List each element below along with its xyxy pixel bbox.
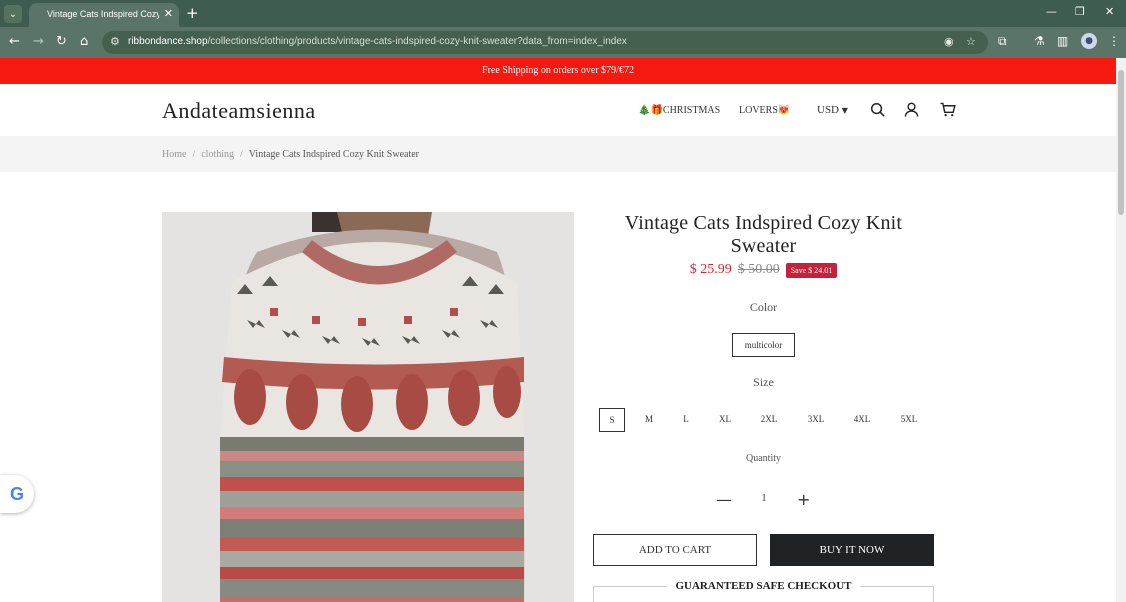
tab-list-icon[interactable]: ⌄	[4, 5, 22, 23]
tab-title: Vintage Cats Indspired Cozy Kn	[47, 9, 159, 19]
account-icon[interactable]	[904, 102, 919, 122]
scrollbar-thumb[interactable]	[1118, 70, 1124, 215]
minus-icon[interactable]: —	[716, 490, 732, 509]
search-icon[interactable]	[870, 102, 885, 122]
reload-icon[interactable]: ↻	[56, 34, 67, 49]
breadcrumb-bar: Home / clothing / Vintage Cats Indspired Coz…	[0, 136, 1116, 172]
caret-down-icon: ▼	[841, 106, 848, 115]
star-icon[interactable]: ☆	[966, 35, 976, 48]
quantity-label: Quantity	[746, 453, 781, 464]
price-row: $ 25.99 $ 50.00 Save $ 24.01	[593, 261, 934, 279]
nav-link-lovers[interactable]: LOVERS😻	[739, 105, 790, 116]
minimize-icon[interactable]: —	[1046, 5, 1057, 18]
compare-price: $ 50.00	[737, 262, 780, 277]
eye-off-icon[interactable]: ◉	[944, 35, 954, 48]
product-title: Vintage Cats Indspired Cozy Knit Sweater	[624, 212, 903, 257]
url-host: ribbondance.shop	[128, 36, 208, 47]
breadcrumb: Home / clothing / Vintage Cats Indspired Coz…	[162, 149, 419, 160]
browser-tab-bar: ⌄ Vintage Cats Indspired Cozy Kn ✕ + — ❐…	[0, 0, 1126, 27]
size-option-2xl[interactable]: 2XL	[756, 408, 782, 432]
breadcrumb-home[interactable]: Home	[162, 149, 186, 160]
menu-icon[interactable]: ⋮	[1108, 34, 1120, 48]
close-icon[interactable]: ✕	[164, 7, 173, 20]
currency-label: USD	[817, 104, 840, 116]
browser-toolbar: ← → ↻ ⌂ ⚙ ribbondance.shop/collections/c…	[0, 27, 1126, 58]
cart-icon[interactable]	[940, 102, 956, 122]
sidebar-icon[interactable]: ▥	[1057, 34, 1068, 48]
breadcrumb-current: Vintage Cats Indspired Cozy Knit Sweater	[248, 149, 419, 160]
forward-icon[interactable]: →	[33, 34, 44, 49]
browser-tab[interactable]: Vintage Cats Indspired Cozy Kn ✕	[29, 3, 179, 27]
home-icon[interactable]: ⌂	[80, 34, 88, 49]
breadcrumb-separator: /	[240, 149, 243, 160]
profile-icon[interactable]: ●	[1081, 33, 1097, 49]
quantity-value[interactable]: 1	[755, 493, 773, 504]
address-bar[interactable]: ⚙ ribbondance.shop/collections/clothing/…	[102, 31, 988, 54]
back-icon[interactable]: ←	[9, 34, 20, 49]
store-logo[interactable]: Andateamsienna	[162, 98, 316, 124]
breadcrumb-separator: /	[192, 149, 196, 160]
labs-icon[interactable]: ⚗	[1034, 34, 1045, 48]
restore-icon[interactable]: ❐	[1075, 5, 1085, 18]
size-label: Size	[753, 375, 774, 389]
extensions-icon[interactable]: ⧉	[998, 34, 1007, 49]
color-option-multicolor[interactable]: multicolor	[732, 333, 795, 357]
size-option-s[interactable]: S	[599, 408, 625, 432]
site-info-icon[interactable]: ⚙	[110, 35, 120, 48]
plus-icon[interactable]: +	[797, 490, 810, 509]
save-badge: Save $ 24.01	[785, 262, 838, 278]
new-tab-icon[interactable]: +	[186, 4, 199, 22]
window-close-icon[interactable]: ✕	[1105, 5, 1114, 18]
safe-checkout-title: GUARANTEED SAFE CHECKOUT	[593, 580, 934, 592]
size-option-l[interactable]: L	[677, 408, 695, 432]
currency-selector[interactable]: USD ▼	[817, 104, 848, 116]
buy-it-now-button[interactable]: BUY IT NOW	[770, 534, 934, 566]
size-option-xl[interactable]: XL	[714, 408, 736, 432]
size-option-5xl[interactable]: 5XL	[896, 408, 922, 432]
size-option-3xl[interactable]: 3XL	[803, 408, 829, 432]
product-image[interactable]	[162, 212, 574, 602]
sale-price: $ 25.99	[689, 262, 732, 277]
add-to-cart-button[interactable]: ADD TO CART	[593, 534, 757, 566]
color-label: Color	[749, 300, 778, 314]
nav-link-christmas[interactable]: 🎄🎁CHRISTMAS	[638, 105, 720, 116]
page-content: Free Shipping on orders over $79/€72 And…	[0, 58, 1116, 602]
size-option-4xl[interactable]: 4XL	[849, 408, 875, 432]
url-path: /collections/clothing/products/vintage-c…	[207, 36, 627, 47]
scrollbar[interactable]	[1116, 58, 1126, 602]
url-text[interactable]: ribbondance.shop/collections/clothing/pr…	[128, 36, 627, 47]
breadcrumb-clothing[interactable]: clothing	[201, 149, 234, 160]
announcement-bar[interactable]: Free Shipping on orders over $79/€72	[0, 58, 1116, 84]
size-option-m[interactable]: M	[640, 408, 658, 432]
safe-checkout-text: GUARANTEED SAFE CHECKOUT	[667, 580, 860, 592]
